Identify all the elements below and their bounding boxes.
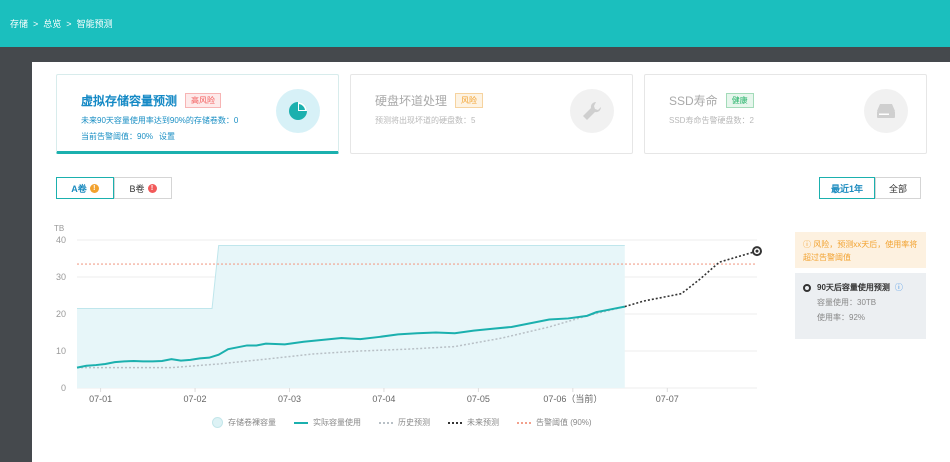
future-prediction-line — [624, 250, 758, 308]
legend-item-alarm-threshold[interactable]: 告警阈值 (90%) — [517, 417, 592, 428]
main-panel: 虚拟存储容量预测 高风险 未来90天容量使用率达到90%的存储卷数：0 当前告警… — [32, 62, 950, 462]
legend-item-history-prediction[interactable]: 历史预测 — [379, 417, 430, 428]
risk-warning: ⓘ 风险，预测xx天后，使用率将超过告警阈值 — [795, 232, 926, 268]
legend-label: 实际容量使用 — [313, 418, 361, 427]
x-tick-label: 07-05 — [467, 394, 490, 404]
legend-swatch — [212, 417, 223, 428]
y-tick-label: 20 — [56, 309, 66, 319]
y-tick-label: 10 — [56, 346, 66, 356]
breadcrumb-smart-prediction: 智能预测 — [76, 19, 113, 29]
legend-item-raw-capacity[interactable]: 存储卷裸容量 — [212, 417, 276, 428]
usage-rate: 使用率：92% — [817, 313, 866, 322]
y-tick-label: 40 — [56, 235, 66, 245]
risk-warning-text: 风险，预测xx天后，使用率将超过告警阈值 — [803, 240, 918, 262]
legend-item-actual-usage[interactable]: 实际容量使用 — [294, 417, 361, 428]
chart-legend: 存储卷裸容量 实际容量使用 历史预测 未来预测 告警阈值 (90%) — [212, 417, 592, 428]
legend-label: 告警阈值 (90%) — [536, 418, 592, 427]
raw-capacity-area — [77, 245, 625, 388]
y-tick-label: 0 — [61, 383, 66, 393]
info-icon: ⓘ — [803, 240, 814, 249]
legend-swatch — [379, 421, 393, 424]
legend-swatch — [517, 421, 531, 424]
legend-item-future-prediction[interactable]: 未来预测 — [448, 417, 499, 428]
x-tick-label: 07-07 — [656, 394, 679, 404]
prediction-header: 90天后容量使用预测 ⓘ — [803, 282, 918, 293]
breadcrumb-separator: > — [33, 18, 39, 29]
x-tick-label: 07-04 — [372, 394, 395, 404]
x-tick-label: 07-06（当前） — [543, 393, 602, 404]
x-tick-label: 07-03 — [278, 394, 301, 404]
breadcrumb-storage[interactable]: 存储 — [10, 17, 28, 30]
legend-label: 未来预测 — [467, 418, 499, 427]
legend-swatch — [294, 421, 308, 424]
top-bar: 存储 > 总览 > 智能预测 — [0, 0, 950, 47]
legend-label: 存储卷裸容量 — [228, 418, 276, 427]
info-icon[interactable]: ⓘ — [895, 282, 903, 293]
breadcrumb-separator: > — [66, 18, 72, 29]
target-icon — [803, 283, 811, 292]
capacity-used: 容量使用：30TB — [817, 298, 877, 307]
breadcrumb-overview[interactable]: 总览 — [43, 17, 61, 30]
y-axis-unit: TB — [54, 224, 64, 233]
prediction-panel: 90天后容量使用预测 ⓘ 容量使用：30TB 使用率：92% — [795, 273, 926, 339]
prediction-title: 90天后容量使用预测 — [817, 283, 890, 292]
x-tick-label: 07-02 — [184, 394, 207, 404]
y-tick-label: 30 — [56, 272, 66, 282]
x-tick-label: 07-01 — [89, 394, 112, 404]
legend-label: 历史预测 — [398, 418, 430, 427]
prediction-end-marker-dot — [755, 249, 759, 253]
legend-swatch — [448, 421, 462, 424]
